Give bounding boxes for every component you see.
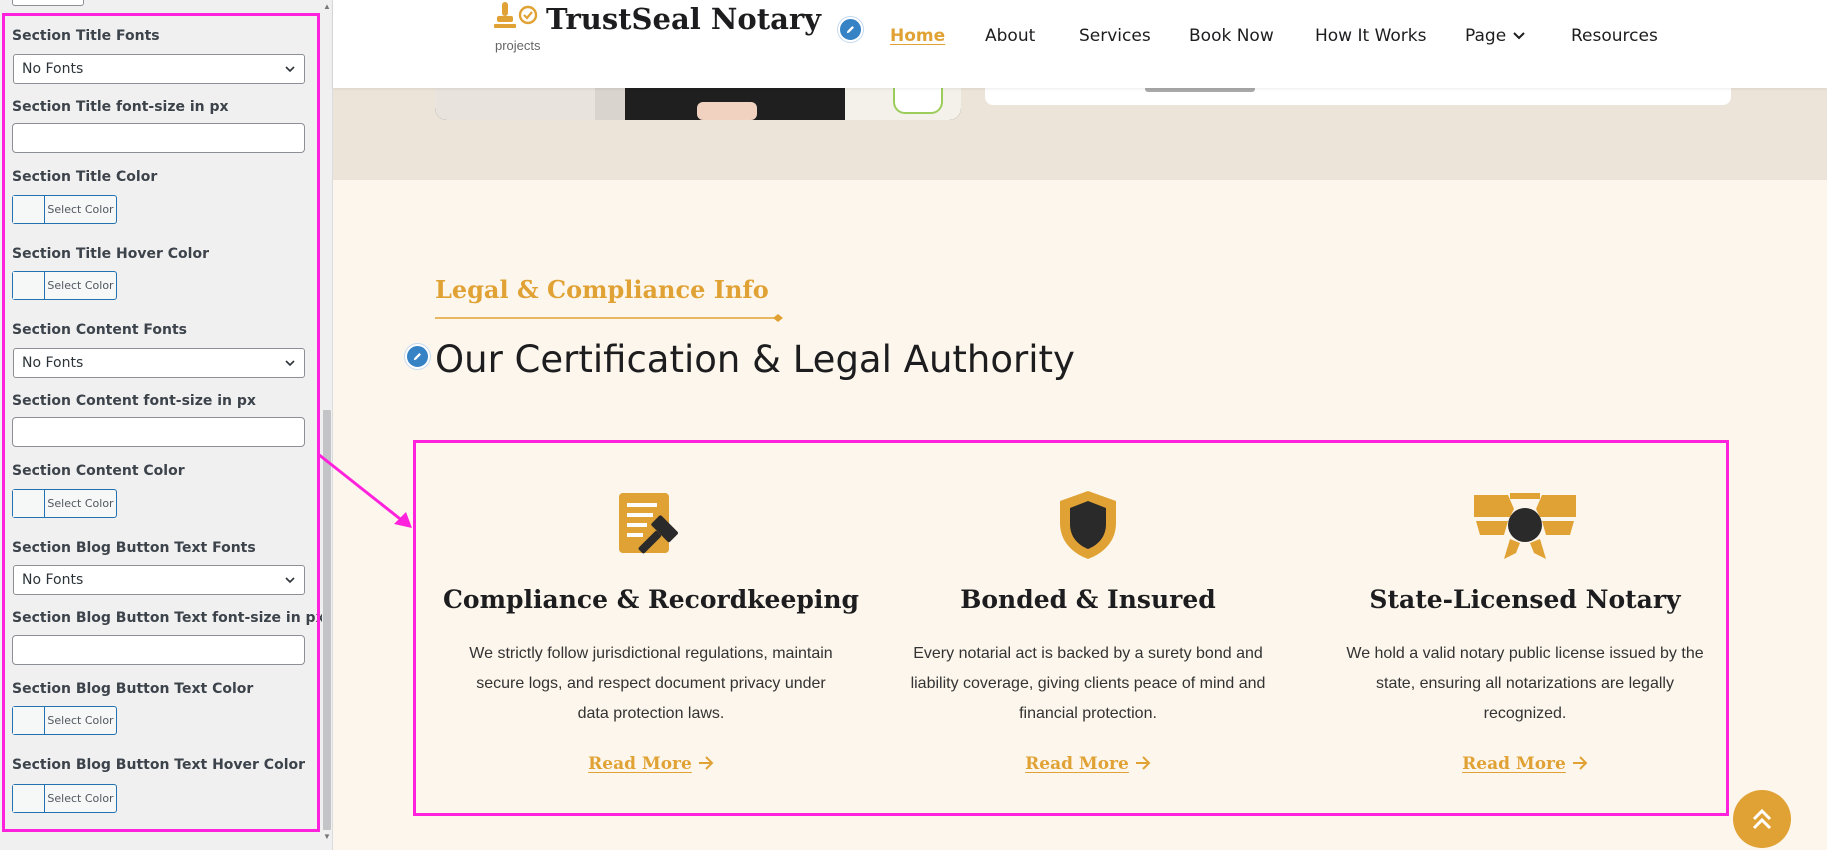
read-more-link[interactable]: Read More (873, 754, 1303, 774)
nav-item-page[interactable]: Page (1465, 26, 1526, 46)
select-value: No Fonts (22, 572, 84, 588)
feature-title: Compliance & Recordkeeping (443, 585, 859, 614)
section-content-fonts-select[interactable]: No Fonts (13, 348, 305, 378)
section-title-color-button[interactable]: Select Color (12, 195, 117, 224)
section-blog-button-text-hover-color-button[interactable]: Select Color (12, 784, 117, 813)
section-title: Our Certification & Legal Authority (435, 338, 1075, 381)
site-preview: TrustSeal Notary projects Home About Ser… (333, 0, 1827, 850)
edit-shortcut-pencil-icon[interactable] (405, 344, 430, 369)
select-color-label: Select Color (47, 714, 114, 727)
feature-text: We hold a valid notary public license is… (1346, 645, 1704, 722)
scroll-to-top-button[interactable] (1733, 790, 1791, 848)
setting-label: Section Content font-size in px (12, 393, 256, 409)
features-highlight-box: Compliance & Recordkeeping We strictly f… (413, 440, 1729, 816)
section-blog-button-text-font-size-input[interactable] (12, 635, 305, 665)
section-title-font-size-input[interactable] (12, 123, 305, 153)
previous-control-stub[interactable] (12, 0, 84, 6)
arrow-right-icon (1135, 756, 1151, 770)
feature-text: Every notarial act is backed by a surety… (910, 645, 1266, 722)
certificate-ribbon-icon (1474, 493, 1576, 559)
edit-shortcut-pencil-icon[interactable] (838, 17, 863, 42)
site-header: TrustSeal Notary projects Home About Ser… (333, 0, 1827, 88)
chevron-down-icon (285, 577, 295, 584)
color-swatch (13, 785, 45, 812)
section-blog-button-text-color-button[interactable]: Select Color (12, 706, 117, 735)
setting-label: Section Content Fonts (12, 322, 188, 338)
chevron-down-icon (285, 66, 295, 73)
section-title-fonts-select[interactable]: No Fonts (13, 54, 305, 84)
section-eyebrow: Legal & Compliance Info (435, 275, 769, 304)
feature-title: State-Licensed Notary (1369, 585, 1681, 614)
setting-label: Section Content Color (12, 463, 185, 479)
color-swatch (13, 490, 45, 517)
setting-label: Section Blog Button Text Hover Color (12, 757, 306, 773)
scroll-down-arrow-icon[interactable]: ▼ (322, 832, 332, 842)
nav-item-resources[interactable]: Resources (1571, 26, 1658, 46)
section-title-hover-color-button[interactable]: Select Color (12, 271, 117, 300)
color-swatch (13, 272, 45, 299)
section-content-color-button[interactable]: Select Color (12, 489, 117, 518)
select-value: No Fonts (22, 355, 84, 371)
select-color-label: Select Color (47, 203, 114, 216)
document-gavel-icon (619, 493, 678, 554)
feature-card: Compliance & Recordkeeping We strictly f… (436, 443, 866, 813)
shield-icon (1060, 491, 1116, 559)
arrow-right-icon (1572, 756, 1588, 770)
stamp-logo-icon (494, 2, 538, 28)
setting-label: Section Title font-size in px (12, 99, 229, 115)
select-color-label: Select Color (47, 497, 114, 510)
hero-info-card (985, 86, 1731, 105)
scroll-up-arrow-icon[interactable]: ▲ (322, 2, 332, 12)
read-more-label: Read More (1025, 754, 1129, 774)
feature-card: Bonded & Insured Every notarial act is b… (873, 443, 1303, 813)
color-swatch (13, 196, 45, 223)
nav-item-how-it-works[interactable]: How It Works (1315, 26, 1426, 46)
read-more-label: Read More (1462, 754, 1566, 774)
chevron-down-icon (1513, 32, 1525, 40)
sidebar-scrollbar-thumb[interactable] (323, 410, 331, 830)
brand-title[interactable]: TrustSeal Notary (546, 2, 821, 36)
nav-item-services[interactable]: Services (1079, 26, 1151, 46)
eyebrow-underline-ornament (435, 314, 783, 322)
select-color-label: Select Color (47, 792, 114, 805)
feature-title: Bonded & Insured (960, 585, 1216, 614)
select-value: No Fonts (22, 61, 84, 77)
nav-item-home[interactable]: Home (890, 26, 945, 46)
setting-label: Section Blog Button Text Fonts (12, 540, 256, 556)
nav-item-page-label: Page (1465, 26, 1507, 46)
setting-label: Section Blog Button Text font-size in px (12, 610, 325, 626)
read-more-link[interactable]: Read More (1310, 754, 1740, 774)
color-swatch (13, 707, 45, 734)
nav-item-book-now[interactable]: Book Now (1189, 26, 1274, 46)
setting-label: Section Title Color (12, 169, 158, 185)
arrow-right-icon (698, 756, 714, 770)
read-more-link[interactable]: Read More (436, 754, 866, 774)
double-chevron-up-icon (1752, 808, 1772, 830)
brand-tagline: projects (495, 38, 541, 53)
section-blog-button-text-fonts-select[interactable]: No Fonts (13, 565, 305, 595)
feature-card: State-Licensed Notary We hold a valid no… (1310, 443, 1740, 813)
feature-text: We strictly follow jurisdictional regula… (469, 645, 833, 722)
setting-label: Section Blog Button Text Color (12, 681, 254, 697)
hero-image (435, 88, 961, 120)
chevron-down-icon (285, 360, 295, 367)
select-color-label: Select Color (47, 279, 114, 292)
setting-label: Section Title Fonts (12, 28, 160, 44)
section-content-font-size-input[interactable] (12, 417, 305, 447)
customizer-sidebar: Section Title Fonts No Fonts Section Tit… (0, 0, 333, 850)
read-more-label: Read More (588, 754, 692, 774)
setting-label: Section Title Hover Color (12, 246, 209, 262)
nav-item-about[interactable]: About (985, 26, 1035, 46)
